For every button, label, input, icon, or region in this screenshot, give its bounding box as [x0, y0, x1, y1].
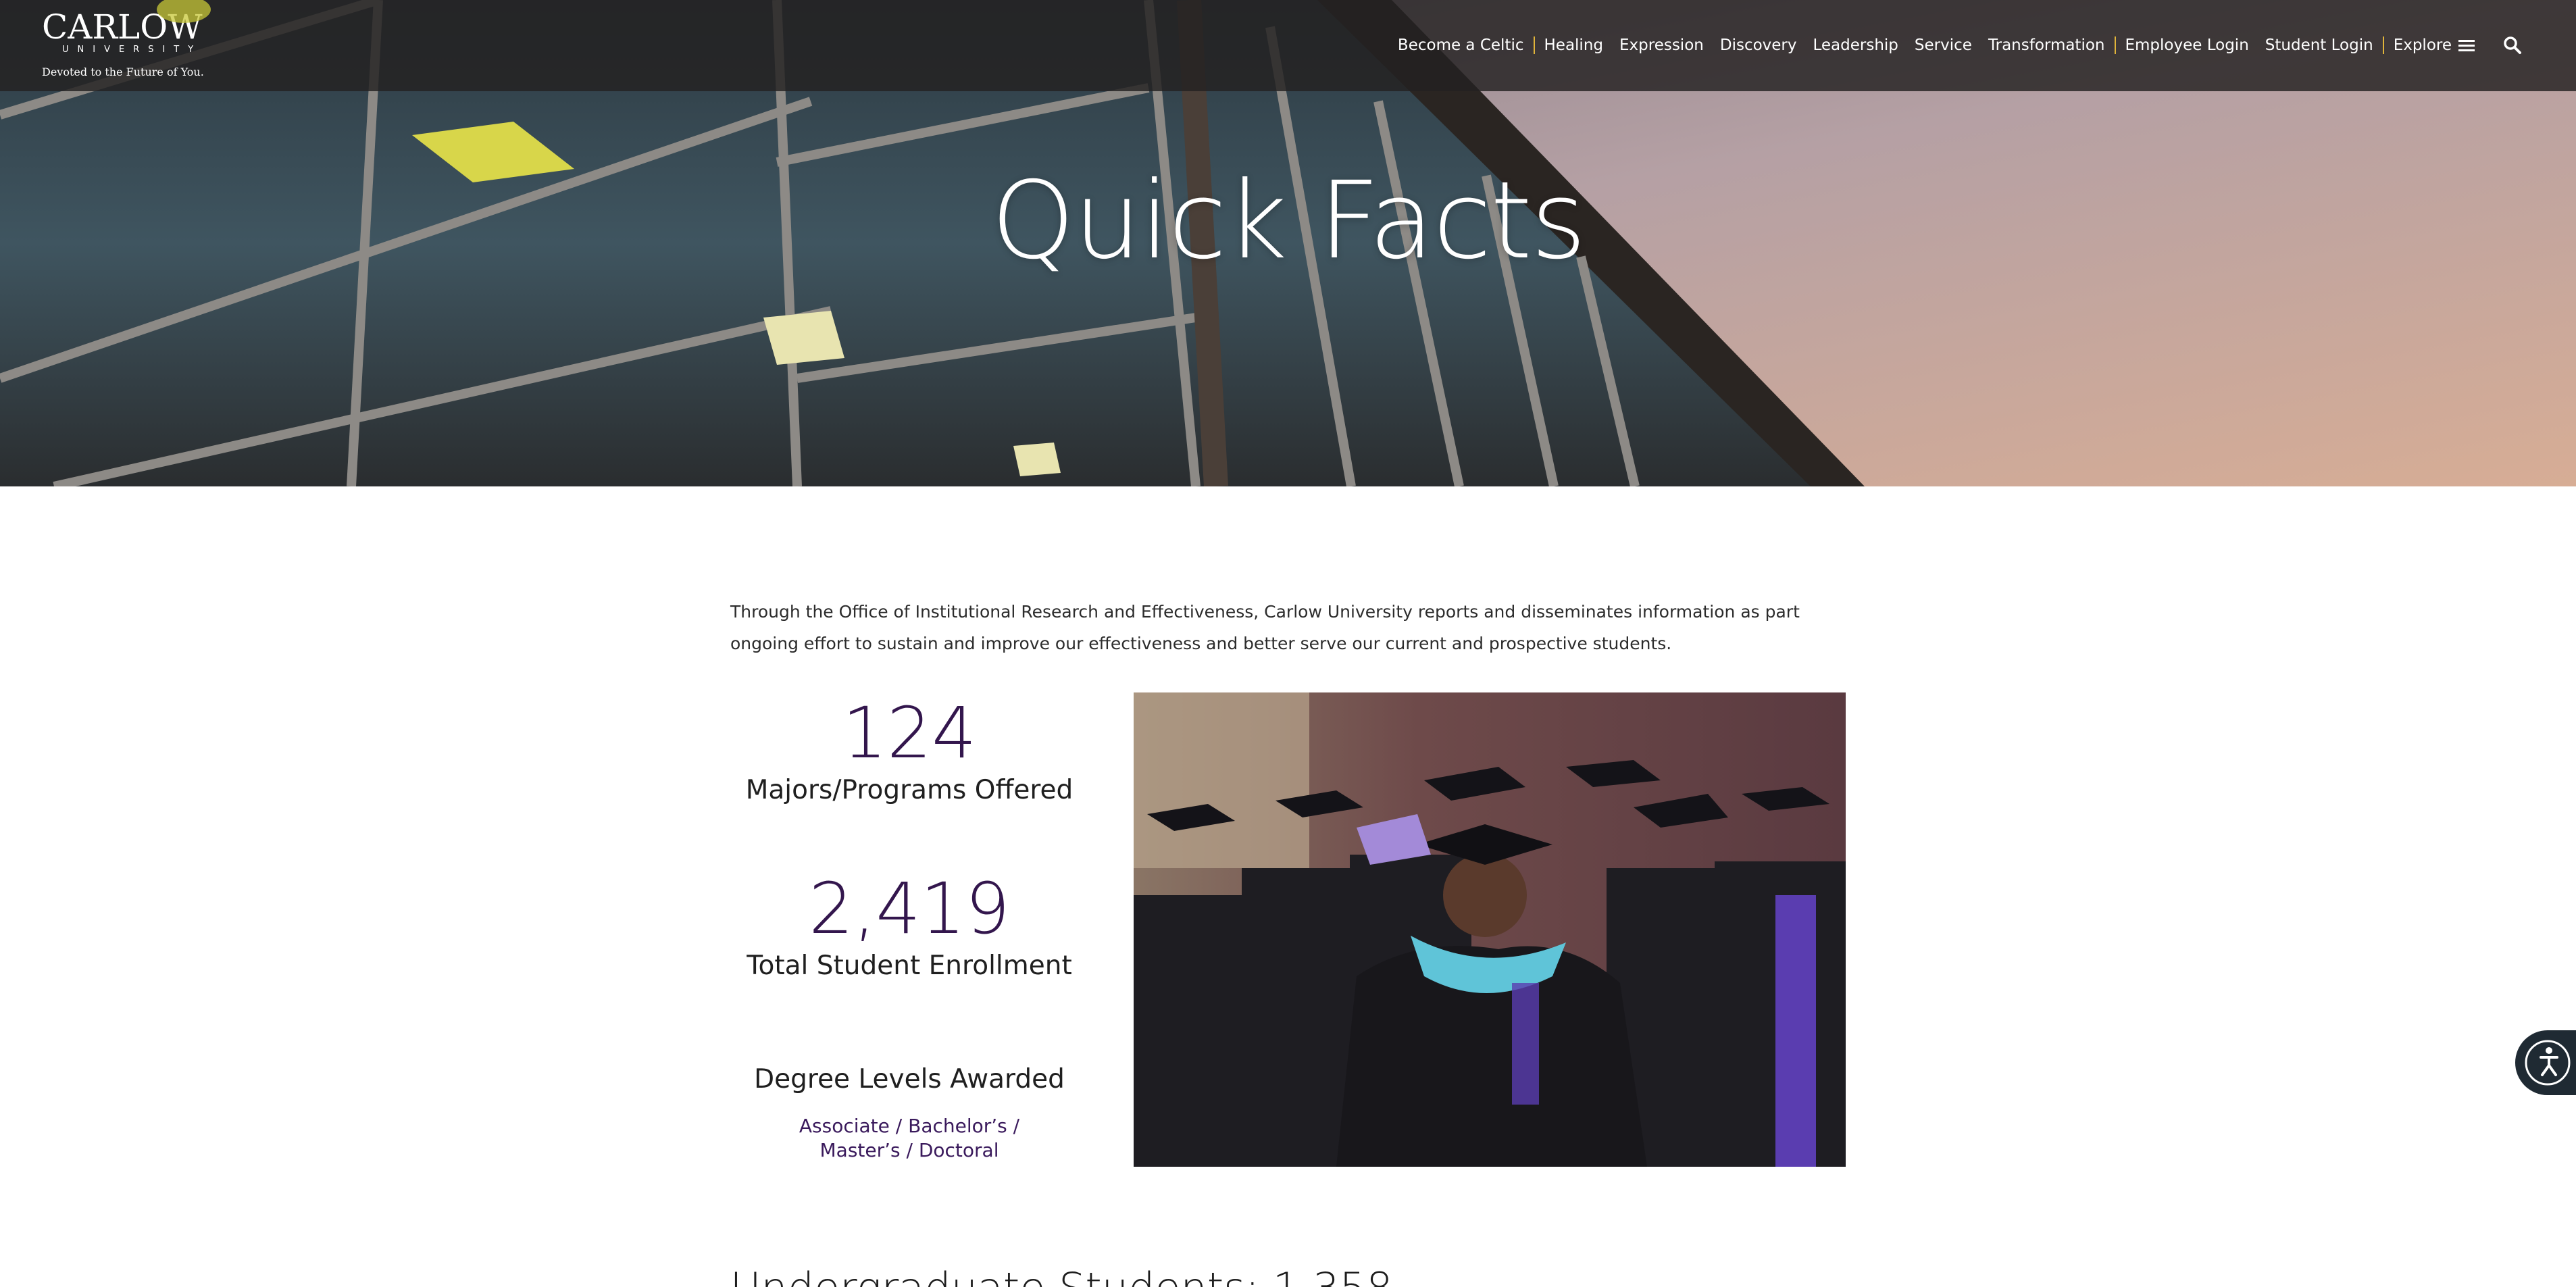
logo-subname: UNIVERSITY: [62, 45, 203, 55]
nav-separator: [2114, 36, 2116, 54]
nav-separator: [2382, 36, 2384, 54]
section-heading: Undergraduate Students: 1,358: [730, 1263, 1393, 1287]
nav-expression[interactable]: Expression: [1611, 36, 1712, 54]
nav-leadership[interactable]: Leadership: [1805, 36, 1906, 54]
nav-discovery[interactable]: Discovery: [1712, 36, 1805, 54]
intro-paragraph: Through the Office of Institutional Rese…: [730, 602, 1800, 653]
site-header: CARLOW UNIVERSITY Devoted to the Future …: [0, 0, 2576, 91]
stat-degree-levels: Degree Levels Awarded Associate / Bachel…: [730, 1063, 1088, 1163]
stat-value: 2,419: [809, 867, 1010, 950]
stat-value: 124: [842, 692, 977, 774]
stat-label: Majors/Programs Offered: [745, 775, 1074, 805]
hamburger-icon: [2458, 39, 2475, 52]
nav-employee-login[interactable]: Employee Login: [2117, 36, 2257, 54]
page-title: Quick Facts: [990, 159, 1586, 283]
stat-label: Total Student Enrollment: [747, 951, 1072, 981]
accessibility-icon: [2525, 1040, 2571, 1086]
graduation-photo: [1134, 692, 1846, 1167]
explore-menu-button[interactable]: Explore: [2385, 36, 2483, 54]
nav-become-a-celtic[interactable]: Become a Celtic: [1390, 36, 1532, 54]
stat-enrollment: 2,419 Total Student Enrollment: [730, 868, 1088, 983]
accessibility-button[interactable]: [2515, 1030, 2576, 1095]
main-nav: Become a Celtic Healing Expression Disco…: [1390, 32, 2522, 59]
nav-transformation[interactable]: Transformation: [1980, 36, 2113, 54]
stat-label: Degree Levels Awarded: [754, 1064, 1065, 1094]
nav-separator: [1533, 36, 1535, 54]
stat-majors: 124 Majors/Programs Offered: [730, 692, 1088, 807]
explore-label: Explore: [2393, 36, 2452, 54]
nav-student-login[interactable]: Student Login: [2257, 36, 2381, 54]
search-icon[interactable]: [2503, 36, 2522, 55]
nav-healing[interactable]: Healing: [1536, 36, 1612, 54]
nav-service[interactable]: Service: [1906, 36, 1980, 54]
degree-levels-list: Associate / Bachelor’s / Master’s / Doct…: [799, 1115, 1020, 1161]
carlow-logo[interactable]: CARLOW UNIVERSITY Devoted to the Future …: [42, 0, 211, 84]
logo-tagline: Devoted to the Future of You.: [42, 66, 204, 78]
